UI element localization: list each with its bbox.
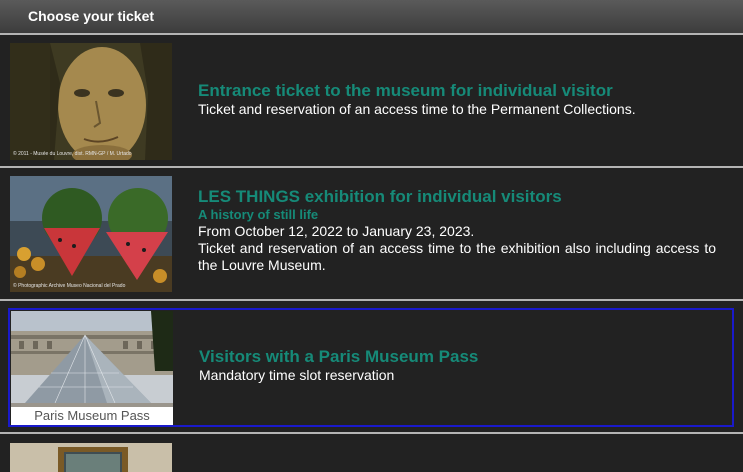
ticket-divider <box>0 166 743 168</box>
ticket-option-paris-museum-pass[interactable]: Paris Museum Pass Visitors with a Paris … <box>8 308 734 427</box>
ticket-text: Entrance ticket to the museum for indivi… <box>198 81 636 118</box>
header-divider <box>0 33 743 35</box>
ticket-subtitle: A history of still life <box>198 207 319 222</box>
ticket-description: Ticket and reservation of an access time… <box>198 240 716 273</box>
image-credit: © Photographic Archive Museo Nacional de… <box>13 283 126 289</box>
image-credit: © 2011 - Musée du Louvre, dist. RMN-GP /… <box>13 151 132 157</box>
ticket-title: Visitors with a Paris Museum Pass <box>199 347 479 366</box>
mona-lisa-image: © 2011 - Musée du Louvre, dist. RMN-GP /… <box>10 43 172 160</box>
ticket-text: Visitors with a Paris Museum Pass Mandat… <box>199 347 478 384</box>
ticket-description: Mandatory time slot reservation <box>199 367 395 383</box>
ticket-option-exhibition[interactable]: © Photographic Archive Museo Nacional de… <box>8 174 734 294</box>
ticket-selection-page: Choose your ticket © 2011 - Musée du Lou… <box>0 0 743 472</box>
gallery-image <box>10 443 172 472</box>
ticket-title: Entrance ticket to the museum for indivi… <box>198 81 613 100</box>
ticket-dates: From October 12, 2022 to January 23, 202… <box>198 223 475 239</box>
ticket-divider <box>0 299 743 301</box>
still-life-image: © Photographic Archive Museo Nacional de… <box>10 176 172 292</box>
pass-image-label: Paris Museum Pass <box>11 407 173 425</box>
ticket-description: Ticket and reservation of an access time… <box>198 101 636 117</box>
ticket-option-museum-entrance[interactable]: © 2011 - Musée du Louvre, dist. RMN-GP /… <box>8 41 734 161</box>
ticket-divider <box>0 432 743 434</box>
ticket-text: LES THINGS exhibition for individual vis… <box>198 187 716 274</box>
section-title: Choose your ticket <box>28 8 155 24</box>
louvre-pyramid-image: Paris Museum Pass <box>11 311 173 425</box>
ticket-title: LES THINGS exhibition for individual vis… <box>198 187 562 206</box>
ticket-option-partial[interactable] <box>8 441 734 472</box>
section-header: Choose your ticket <box>0 0 743 33</box>
